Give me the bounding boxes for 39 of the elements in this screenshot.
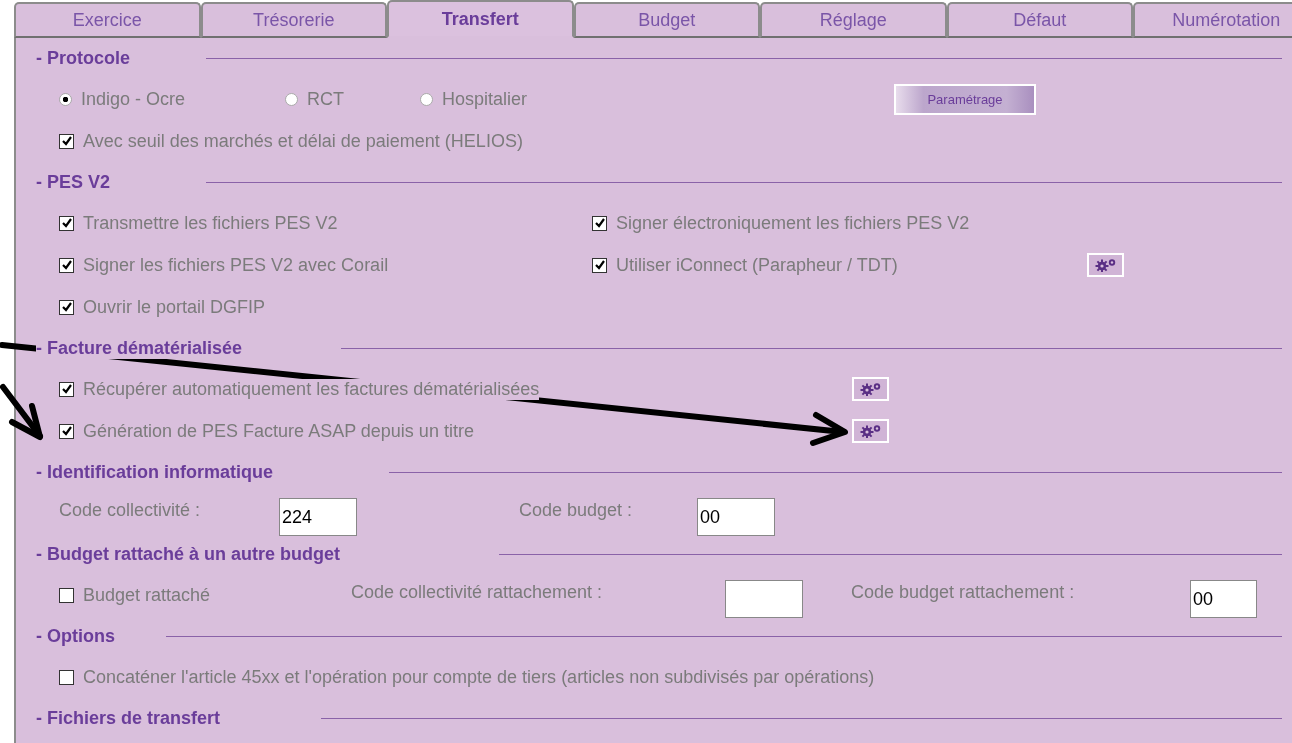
checkbox[interactable] [592,215,607,231]
field-label: Code budget rattachement : [851,581,1075,603]
field-label: Code collectivité rattachement : [351,581,603,603]
tab[interactable]: Budget [573,2,760,38]
tab[interactable]: Défaut [946,2,1133,38]
checkbox[interactable] [59,215,74,231]
input-field[interactable]: 00 [697,498,775,536]
input-field[interactable] [725,580,803,618]
gears-icon [858,424,883,438]
checkbox[interactable] [59,587,74,603]
tab[interactable]: Trésorerie [200,2,387,38]
checkbox[interactable] [59,299,74,315]
checkbox[interactable] [59,133,74,149]
checkbox[interactable] [59,423,74,439]
radio-option[interactable]: Indigo - Ocre [59,88,186,110]
radio-option[interactable]: Hospitalier [420,88,528,110]
radio-button[interactable] [285,92,298,106]
gears-icon [1093,258,1118,272]
field-label: Code collectivité : [59,499,201,521]
settings-button[interactable]: Paramétrage [894,83,1036,115]
radio-option[interactable]: RCT [285,88,344,110]
gear-button[interactable] [852,377,889,401]
checkbox[interactable] [59,257,74,273]
checkbox[interactable] [59,381,74,397]
tab[interactable]: Réglage [760,2,947,38]
radio-button[interactable] [59,92,72,106]
input-field[interactable]: 224 [279,498,357,536]
field-label: Code budget : [519,499,633,521]
tab[interactable]: Numérotation [1133,2,1292,38]
checkbox[interactable] [592,257,607,273]
tab[interactable]: Exercice [14,2,201,38]
gears-icon [858,382,883,396]
input-field[interactable]: 00 [1190,580,1257,618]
checkbox-label: Récupérer automatiquement les factures dématérialisées [83,378,540,400]
checkbox[interactable] [59,669,74,685]
radio-button[interactable] [420,92,433,106]
gear-button[interactable] [1087,253,1124,277]
tab[interactable]: Transfert [387,0,574,38]
gear-button[interactable] [852,419,889,443]
